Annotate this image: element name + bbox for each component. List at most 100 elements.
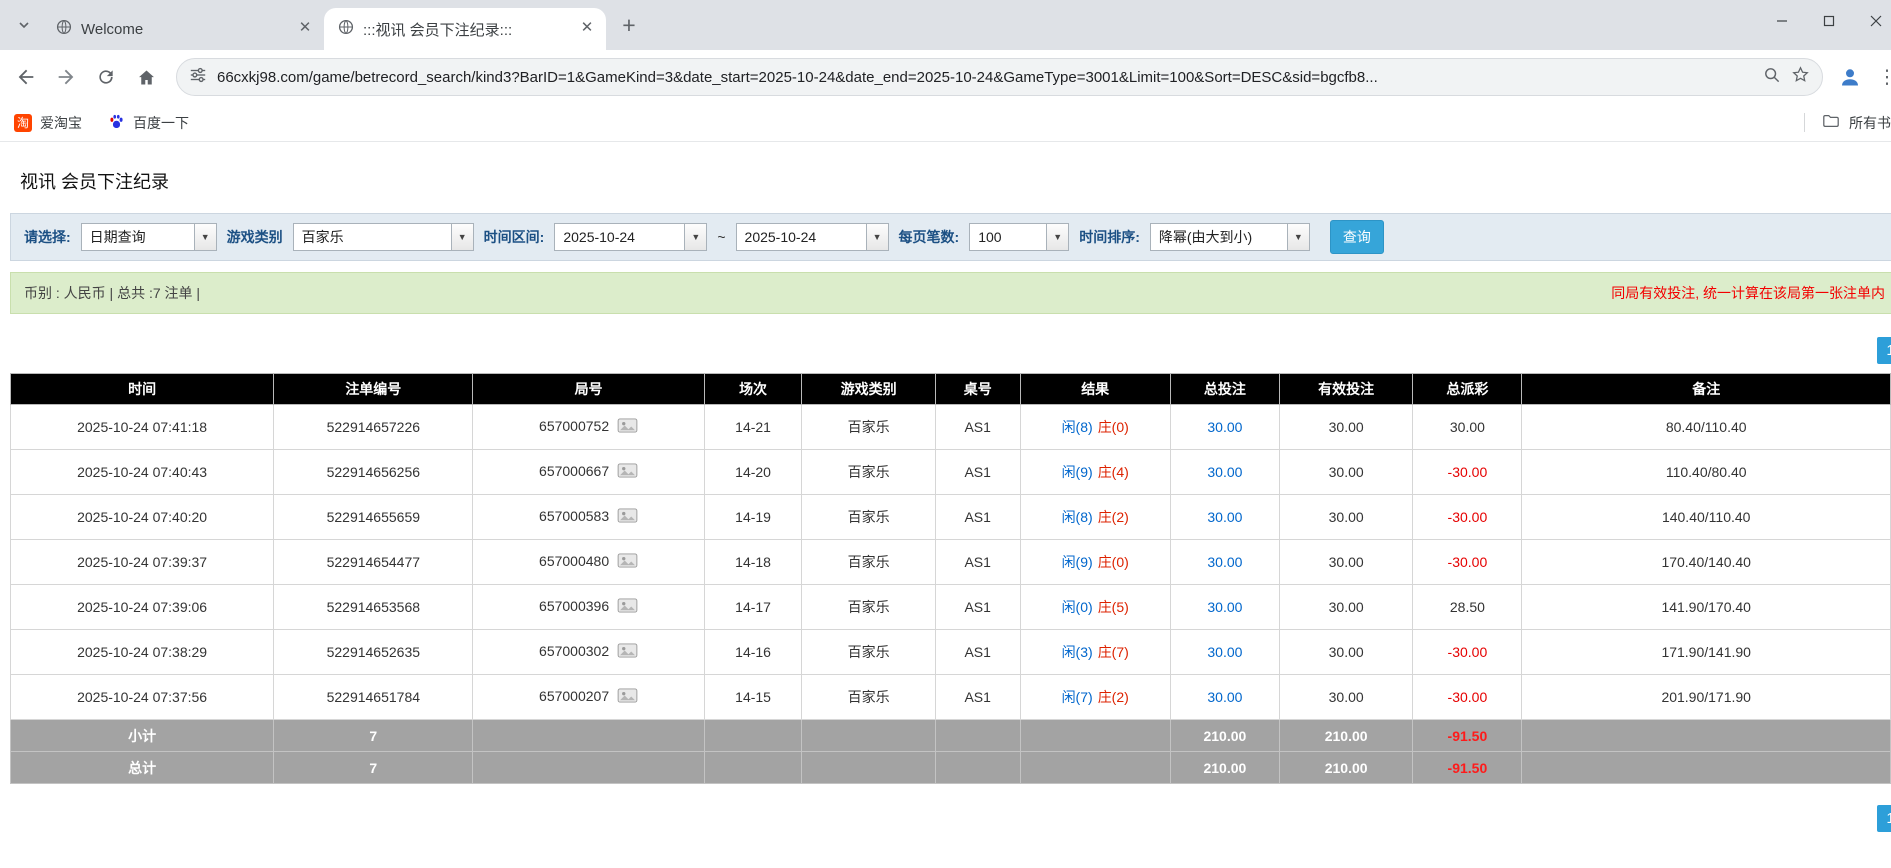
chevron-down-icon[interactable]: ▼ [684, 223, 707, 251]
column-header: 游戏类别 [802, 374, 935, 405]
tab-betrecord[interactable]: :::视讯 会员下注纪录::: ✕ [324, 8, 606, 50]
total-row-count: 7 [274, 752, 473, 784]
total-bet-link[interactable]: 30.00 [1207, 464, 1242, 480]
cell-time: 2025-10-24 07:37:56 [11, 675, 274, 720]
reload-icon [96, 67, 116, 87]
result-player: 闲(0) [1062, 599, 1093, 615]
bookmark-label: 百度一下 [133, 113, 189, 133]
bet-record-table: 时间注单编号局号场次游戏类别桌号结果总投注有效投注总派彩备注 2025-10-2… [10, 373, 1891, 784]
table-body: 2025-10-24 07:41:18522914657226657000752… [11, 405, 1891, 784]
empty-cell [1020, 752, 1170, 784]
window-minimize-button[interactable] [1758, 0, 1805, 42]
result-player: 闲(8) [1062, 419, 1093, 435]
chevron-down-icon[interactable]: ▼ [1046, 223, 1069, 251]
cell-payout: -30.00 [1413, 675, 1522, 720]
round-image-icon[interactable] [617, 553, 638, 571]
cell-table-number: AS1 [935, 540, 1020, 585]
close-icon[interactable]: ✕ [576, 18, 598, 40]
new-tab-button[interactable]: + [614, 10, 644, 40]
table-total-row: 小计7210.00210.00-91.50 [11, 720, 1891, 752]
reload-button[interactable] [88, 59, 124, 95]
payout-sum: -91.50 [1413, 720, 1522, 752]
date-start-input[interactable] [554, 223, 684, 251]
total-bet-link[interactable]: 30.00 [1207, 689, 1242, 705]
close-icon[interactable]: ✕ [294, 18, 316, 40]
cell-round-number: 657000207 [473, 675, 704, 720]
page-button-1[interactable]: 1 [1877, 805, 1891, 832]
profile-avatar[interactable] [1835, 62, 1865, 92]
empty-cell [1522, 752, 1891, 784]
chevron-down-icon[interactable]: ▼ [866, 223, 889, 251]
date-range-tilde: ~ [717, 229, 725, 245]
browser-menu-button[interactable]: ⋮ [1877, 66, 1891, 89]
sort-label: 时间排序: [1079, 227, 1140, 247]
total-row-count: 7 [274, 720, 473, 752]
filter-bar: 请选择: ▼ 游戏类别 ▼ 时间区间: ▼ ~ ▼ 每页笔数: ▼ 时间排序: … [10, 213, 1891, 261]
empty-cell [935, 752, 1020, 784]
cell-result: 闲(9)庄(0) [1020, 540, 1170, 585]
window-controls [1758, 0, 1891, 42]
round-image-icon[interactable] [617, 598, 638, 616]
bookmark-item-taobao[interactable]: 淘 爱淘宝 [14, 113, 82, 133]
table-header-row: 时间注单编号局号场次游戏类别桌号结果总投注有效投注总派彩备注 [11, 374, 1891, 405]
page-button-1[interactable]: 1 [1877, 337, 1891, 364]
forward-button[interactable] [48, 59, 84, 95]
round-image-icon[interactable] [617, 643, 638, 661]
empty-cell [704, 752, 802, 784]
total-bet-link[interactable]: 30.00 [1207, 509, 1242, 525]
result-player: 闲(7) [1062, 689, 1093, 705]
column-header: 总派彩 [1413, 374, 1522, 405]
url-text[interactable]: 66cxkj98.com/game/betrecord_search/kind3… [217, 69, 1753, 86]
tab-welcome[interactable]: Welcome ✕ [42, 8, 324, 50]
tab-search-button[interactable] [10, 13, 38, 41]
cell-game-type: 百家乐 [802, 585, 935, 630]
per-page-select[interactable] [969, 223, 1046, 251]
chevron-down-icon[interactable]: ▼ [1287, 223, 1310, 251]
total-bet-link[interactable]: 30.00 [1207, 419, 1242, 435]
chevron-down-icon[interactable]: ▼ [194, 223, 217, 251]
filter-game-combobox: ▼ [293, 223, 474, 251]
url-bar[interactable]: 66cxkj98.com/game/betrecord_search/kind3… [176, 58, 1823, 96]
all-bookmarks-button[interactable]: 所有书签 [1804, 112, 1891, 133]
search-button[interactable]: 查询 [1330, 220, 1384, 254]
total-bet-link[interactable]: 30.00 [1207, 599, 1242, 615]
per-page-label: 每页笔数: [899, 227, 960, 247]
back-icon [15, 66, 37, 88]
result-player: 闲(8) [1062, 509, 1093, 525]
home-button[interactable] [128, 59, 164, 95]
round-image-icon[interactable] [617, 463, 638, 481]
cell-result: 闲(8)庄(2) [1020, 495, 1170, 540]
date-end-input[interactable] [736, 223, 866, 251]
plus-icon: + [622, 12, 635, 39]
table-row: 2025-10-24 07:37:56522914651784657000207… [11, 675, 1891, 720]
home-icon [136, 67, 157, 88]
cell-session: 14-15 [704, 675, 802, 720]
round-image-icon[interactable] [617, 508, 638, 526]
cell-round-number: 657000667 [473, 450, 704, 495]
cell-result: 闲(3)庄(7) [1020, 630, 1170, 675]
window-close-button[interactable] [1852, 0, 1891, 42]
bookmark-star-icon[interactable] [1791, 65, 1810, 89]
cell-note: 201.90/171.90 [1522, 675, 1891, 720]
total-bet-link[interactable]: 30.00 [1207, 554, 1242, 570]
round-image-icon[interactable] [617, 688, 638, 706]
site-info-icon[interactable] [189, 66, 207, 89]
back-button[interactable] [8, 59, 44, 95]
sort-select[interactable] [1150, 223, 1287, 251]
chevron-down-icon[interactable]: ▼ [451, 223, 474, 251]
result-banker: 庄(7) [1098, 644, 1129, 660]
cell-time: 2025-10-24 07:39:06 [11, 585, 274, 630]
page-title: 视讯 会员下注纪录 [20, 168, 1891, 194]
cell-payout: -30.00 [1413, 450, 1522, 495]
round-image-icon[interactable] [617, 418, 638, 436]
table-row: 2025-10-24 07:38:29522914652635657000302… [11, 630, 1891, 675]
date-end-combobox: ▼ [736, 223, 889, 251]
cell-bet-number: 522914651784 [274, 675, 473, 720]
window-maximize-button[interactable] [1805, 0, 1852, 42]
filter-game-select[interactable] [293, 223, 451, 251]
bookmark-item-baidu[interactable]: 百度一下 [108, 113, 189, 133]
zoom-icon[interactable] [1763, 66, 1781, 89]
total-bet-link[interactable]: 30.00 [1207, 644, 1242, 660]
result-banker: 庄(0) [1098, 419, 1129, 435]
filter-mode-select[interactable] [81, 223, 194, 251]
